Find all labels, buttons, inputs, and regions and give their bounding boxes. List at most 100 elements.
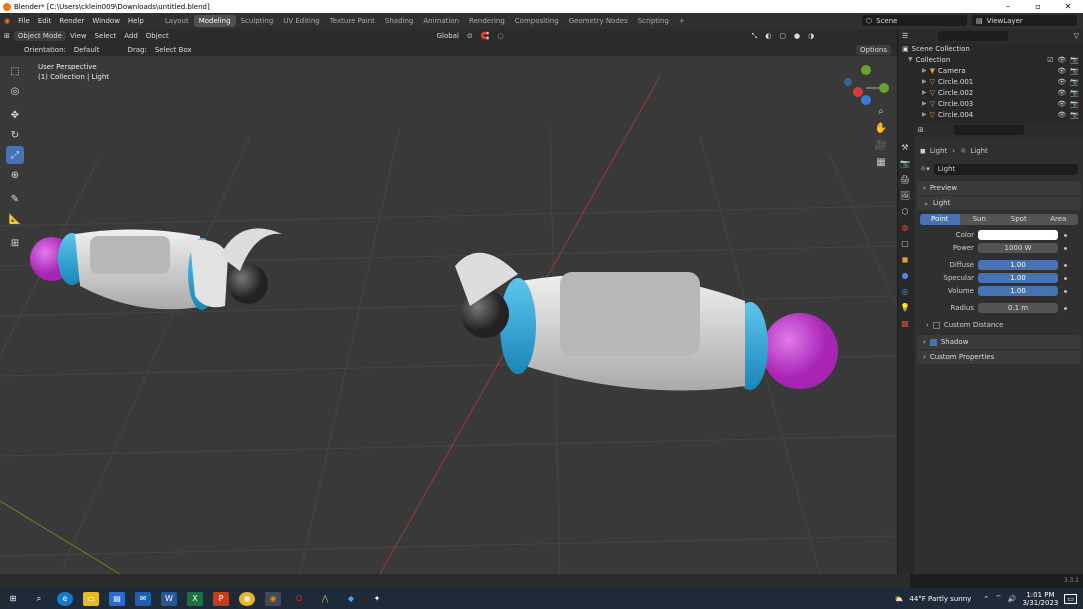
shading-solid-icon[interactable]: ●	[790, 31, 804, 41]
light-data-tab-icon[interactable]: 💡	[900, 301, 910, 313]
tab-sculpting[interactable]: Sculpting	[236, 15, 279, 27]
tool-tab-icon[interactable]: ⚒	[900, 141, 910, 153]
custom-distance-checkbox[interactable]	[932, 321, 940, 329]
eye-icon[interactable]: 👁	[1057, 56, 1066, 64]
object-tab-icon[interactable]: ◼	[900, 253, 910, 265]
close-button[interactable]: ✕	[1053, 0, 1083, 13]
radius-field[interactable]: 0.1 m	[978, 303, 1058, 313]
filter-icon[interactable]: ▽	[1074, 32, 1079, 40]
menu-render[interactable]: Render	[55, 17, 88, 25]
start-button-icon[interactable]: ⊞	[5, 592, 21, 606]
options-dropdown[interactable]: Options	[855, 44, 891, 55]
store-icon[interactable]: ▤	[109, 591, 125, 606]
keyframe-dot-icon[interactable]	[1064, 263, 1067, 267]
move-tool-icon[interactable]: ✥	[6, 106, 24, 124]
light-type-area[interactable]: Area	[1039, 214, 1079, 225]
menu-file[interactable]: File	[14, 17, 34, 25]
tray-chevron-icon[interactable]: ⌃	[983, 595, 989, 603]
render-tab-icon[interactable]: 📷	[900, 157, 910, 169]
weather-text[interactable]: 44°F Partly sunny	[909, 595, 971, 603]
rotate-tool-icon[interactable]: ↻	[6, 126, 24, 144]
tab-scripting[interactable]: Scripting	[633, 15, 674, 27]
editor-type-icon[interactable]: ⊞	[0, 31, 14, 41]
gizmo-toggle-icon[interactable]: ⤡	[748, 31, 762, 42]
menu-object[interactable]: Object	[142, 31, 173, 41]
expand-triangle-icon[interactable]: ▶	[922, 67, 927, 74]
pan-hand-icon[interactable]: ✋	[874, 123, 888, 134]
expand-triangle-icon[interactable]: ▶	[922, 78, 927, 85]
camera-icon[interactable]: 📷	[1070, 111, 1079, 119]
menu-edit[interactable]: Edit	[34, 17, 56, 25]
menu-help[interactable]: Help	[124, 17, 148, 25]
light-panel-header[interactable]: ⌄ Light	[917, 196, 1081, 210]
texture-tab-icon[interactable]: ▩	[900, 317, 910, 329]
chrome-icon[interactable]: ◉	[239, 591, 255, 606]
orientation-dropdown[interactable]: Default	[70, 45, 104, 55]
shadow-panel-header[interactable]: › Shadow	[917, 335, 1081, 349]
constraints-tab-icon[interactable]: ◎	[900, 285, 910, 297]
outliner-item-camera[interactable]: ▶ ▼ Camera 👁 📷	[898, 65, 1083, 76]
file-explorer-icon[interactable]: ▭	[83, 591, 99, 606]
eye-icon[interactable]: 👁	[1057, 111, 1066, 119]
output-tab-icon[interactable]: 🖨	[900, 173, 910, 185]
blender-taskbar-icon[interactable]: ◉	[265, 591, 281, 606]
outliner-item-circle-003[interactable]: ▶ ▽ Circle.003 👁 📷	[898, 98, 1083, 109]
camera-icon[interactable]: 📷	[1070, 89, 1079, 97]
proportional-icon[interactable]: ◌	[494, 31, 508, 41]
eye-icon[interactable]: 👁	[1057, 78, 1066, 86]
datablock-name-field[interactable]: Light	[933, 163, 1078, 175]
timeline-bar[interactable]	[0, 574, 910, 588]
camera-icon[interactable]: 📷	[1070, 100, 1079, 108]
keyframe-dot-icon[interactable]	[1064, 233, 1067, 237]
snap-icon[interactable]: 🧲	[477, 31, 494, 41]
tab-texture-paint[interactable]: Texture Paint	[325, 15, 380, 27]
eye-icon[interactable]: 👁	[1057, 100, 1066, 108]
measure-tool-icon[interactable]: 📐	[6, 210, 24, 228]
diffuse-slider[interactable]: 1.00	[978, 260, 1058, 270]
excel-icon[interactable]: X	[187, 591, 203, 606]
tab-geometry-nodes[interactable]: Geometry Nodes	[564, 15, 633, 27]
custom-properties-header[interactable]: › Custom Properties	[917, 350, 1081, 364]
add-cube-tool-icon[interactable]: ⊞	[6, 234, 24, 252]
checkbox-icon[interactable]: ☑	[1047, 56, 1053, 64]
outliner-item-circle-001[interactable]: ▶ ▽ Circle.001 👁 📷	[898, 76, 1083, 87]
properties-search[interactable]	[953, 125, 1024, 135]
cursor-tool-icon[interactable]: ◎	[6, 82, 24, 100]
app-blue-icon[interactable]: ◆	[343, 592, 359, 606]
eye-icon[interactable]: 👁	[1057, 67, 1066, 75]
color-swatch[interactable]	[978, 230, 1058, 240]
keyframe-dot-icon[interactable]	[1064, 246, 1067, 250]
light-type-spot[interactable]: Spot	[999, 214, 1039, 225]
left-capsule-object[interactable]	[30, 228, 282, 310]
preview-panel-header[interactable]: › Preview	[917, 181, 1081, 195]
3d-viewport[interactable]: ⌕ ✋ 🎥 ▦	[0, 56, 897, 574]
menu-window[interactable]: Window	[88, 17, 124, 25]
transform-tool-icon[interactable]: ⊕	[6, 166, 24, 184]
keyframe-dot-icon[interactable]	[1064, 289, 1067, 293]
transform-orientation[interactable]: Global	[433, 31, 463, 41]
minimize-button[interactable]: –	[993, 0, 1023, 13]
shading-material-icon[interactable]: ◑	[804, 31, 818, 41]
maximize-button[interactable]: ▫	[1023, 0, 1053, 13]
mode-selector[interactable]: Object Mode	[13, 31, 66, 41]
tab-layout[interactable]: Layout	[160, 15, 194, 27]
powerpoint-icon[interactable]: P	[213, 591, 229, 606]
word-icon[interactable]: W	[161, 591, 177, 606]
camera-icon[interactable]: 📷	[1070, 67, 1079, 75]
tab-compositing[interactable]: Compositing	[510, 15, 564, 27]
outliner-editor-icon[interactable]: ☰	[902, 32, 908, 40]
view-layer-tab-icon[interactable]: 🖼	[900, 189, 910, 201]
tab-shading[interactable]: Shading	[380, 15, 418, 27]
outliner-scene-collection[interactable]: ▣ Scene Collection	[898, 43, 1083, 54]
menu-select[interactable]: Select	[91, 31, 121, 41]
power-field[interactable]: 1000 W	[978, 243, 1058, 253]
editor-type-icon[interactable]: ⊞	[918, 126, 924, 134]
camera-view-icon[interactable]: 🎥	[874, 140, 888, 151]
app-white-icon[interactable]: ✦	[369, 592, 385, 606]
collection-tab-icon[interactable]: ▢	[900, 237, 910, 249]
volume-icon[interactable]: 🔊	[1008, 595, 1017, 603]
outliner-search[interactable]	[938, 31, 1009, 41]
world-tab-icon[interactable]: ◍	[900, 221, 910, 233]
select-box-tool-icon[interactable]: ⬚	[6, 62, 24, 80]
search-icon[interactable]: ⌕	[31, 592, 47, 606]
